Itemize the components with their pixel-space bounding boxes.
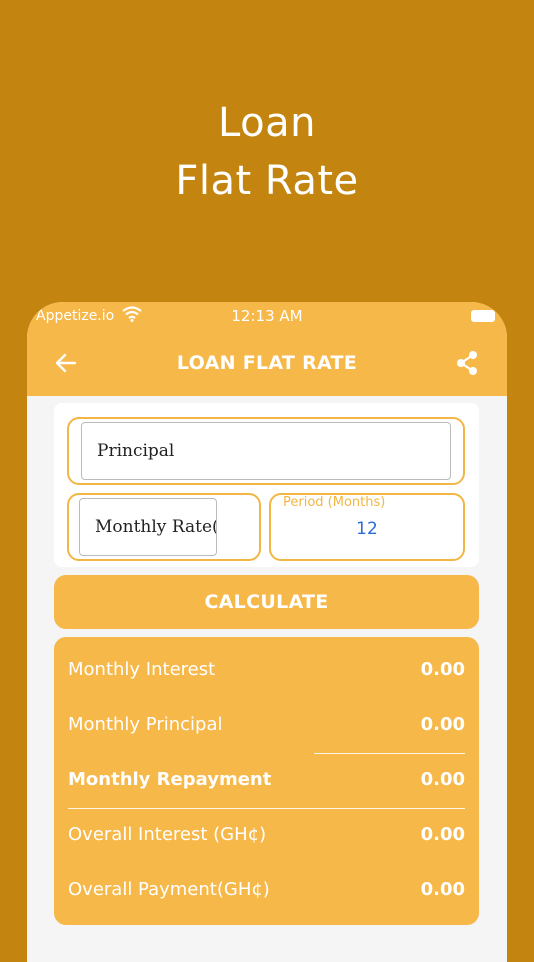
app-bar: LOAN FLAT RATE xyxy=(27,332,507,396)
status-time: 12:13 AM xyxy=(231,307,303,325)
result-value: 0.00 xyxy=(420,714,465,735)
calculate-button[interactable]: CALCULATE xyxy=(54,575,479,629)
period-months-field[interactable]: Period (Months) 12 xyxy=(269,493,465,561)
share-icon[interactable] xyxy=(455,350,479,380)
result-label: Overall Interest (GH¢) xyxy=(68,824,267,845)
result-label: Monthly Interest xyxy=(68,659,216,680)
monthly-rate-input[interactable]: Monthly Rate(% xyxy=(79,498,217,556)
result-value: 0.00 xyxy=(420,659,465,680)
input-form-card: Principal Monthly Rate(% Period (Months)… xyxy=(54,403,479,567)
promo-title-line1: Loan xyxy=(218,100,316,146)
result-value: 0.00 xyxy=(420,879,465,900)
result-value: 0.00 xyxy=(420,769,465,790)
monthly-rate-field-outline: Monthly Rate(% xyxy=(67,493,261,561)
status-bar: Appetize.io 12:13 AM xyxy=(27,302,507,332)
principal-field-outline: Principal xyxy=(67,417,465,485)
result-row-monthly-interest: Monthly Interest 0.00 xyxy=(68,659,465,685)
results-card: Monthly Interest 0.00 Monthly Principal … xyxy=(54,637,479,925)
result-value: 0.00 xyxy=(420,824,465,845)
result-label: Overall Payment(GH¢) xyxy=(68,879,270,900)
result-row-overall-payment: Overall Payment(GH¢) 0.00 xyxy=(68,879,465,905)
principal-input[interactable]: Principal xyxy=(81,422,451,480)
sum-divider xyxy=(314,753,465,754)
result-row-monthly-repayment: Monthly Repayment 0.00 xyxy=(68,769,465,795)
page-title: LOAN FLAT RATE xyxy=(176,352,358,374)
result-row-monthly-principal: Monthly Principal 0.00 xyxy=(68,714,465,740)
phone-screen: Appetize.io 12:13 AM LOAN FLAT RATE Prin… xyxy=(27,302,507,962)
result-row-overall-interest: Overall Interest (GH¢) 0.00 xyxy=(68,824,465,850)
period-label: Period (Months) xyxy=(283,495,386,510)
section-divider xyxy=(68,808,465,809)
promo-title-line2: Flat Rate xyxy=(175,158,359,204)
period-value[interactable]: 12 xyxy=(271,519,463,539)
result-label: Monthly Repayment xyxy=(68,769,272,790)
battery-icon xyxy=(471,310,495,322)
result-label: Monthly Principal xyxy=(68,714,223,735)
